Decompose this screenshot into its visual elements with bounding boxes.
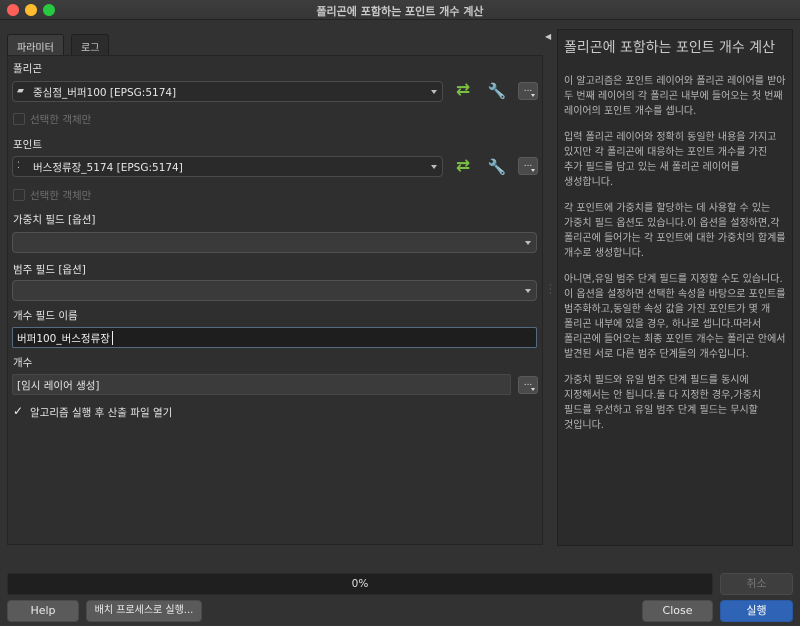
- points-selected-only-checkbox[interactable]: [13, 189, 25, 201]
- help-button[interactable]: Help: [7, 600, 79, 622]
- wrench-icon[interactable]: 🔧: [486, 156, 508, 178]
- help-paragraph: 각 포인트에 가중치를 할당하는 데 사용할 수 있는 가중치 필드 옵션도 있…: [564, 203, 786, 259]
- progress-bar: 0%: [7, 573, 713, 595]
- title-bar: 폴리곤에 포함하는 포인트 개수 계산: [0, 0, 800, 20]
- run-button[interactable]: 실행: [720, 600, 793, 622]
- points-selected-only-label: 선택한 객체만: [30, 190, 92, 202]
- checkmark-icon: ✓: [13, 404, 24, 418]
- count-field-name-label: 개수 필드 이름: [13, 310, 78, 322]
- wrench-icon[interactable]: 🔧: [486, 80, 508, 102]
- polygon-selected-only-checkbox[interactable]: [13, 113, 25, 125]
- class-field-label: 범주 필드 [옵션]: [13, 264, 86, 276]
- iterate-icon[interactable]: ⇄: [452, 156, 474, 178]
- weight-field-combo[interactable]: [12, 232, 537, 253]
- progress-text: 0%: [351, 578, 369, 590]
- help-title: 폴리곤에 포함하는 포인트 개수 계산: [564, 40, 775, 56]
- iterate-icon[interactable]: ⇄: [452, 80, 474, 102]
- points-browse-button[interactable]: ...: [518, 157, 538, 175]
- help-paragraph: 아니면,유일 범주 단계 필드를 지정할 수도 있습니다.이 옵션을 설정하면 …: [564, 274, 786, 360]
- count-field-name-value: 버퍼100_버스정류장: [17, 333, 110, 345]
- help-paragraph: 입력 폴리곤 레이어와 정확히 동일한 내용을 가지고 있지만 각 폴리곤에 대…: [564, 132, 777, 188]
- points-layer-combo[interactable]: ⁚ 버스정류장_5174 [EPSG:5174]: [12, 156, 443, 177]
- tab-parameters[interactable]: 파라미터: [7, 34, 64, 56]
- polygon-selected-only-label: 선택한 객체만: [30, 114, 92, 126]
- open-output-checkbox[interactable]: ✓: [13, 405, 25, 417]
- ellipsis-icon: ...: [523, 159, 533, 169]
- polygon-label: 폴리곤: [13, 63, 42, 75]
- tab-log[interactable]: 로그: [71, 34, 110, 56]
- polygon-browse-button[interactable]: ...: [518, 82, 538, 100]
- collapse-help-icon[interactable]: ◀: [545, 32, 551, 41]
- count-output-label: 개수: [13, 357, 33, 369]
- help-panel: 폴리곤에 포함하는 포인트 개수 계산 이 알고리즘은 포인트 레이어와 폴리곤…: [557, 29, 793, 546]
- count-output-browse-button[interactable]: ...: [518, 376, 538, 394]
- splitter-handle[interactable]: · · ·: [549, 282, 552, 298]
- count-output-value: [임시 레이어 생성]: [17, 380, 100, 392]
- help-paragraph: 이 알고리즘은 포인트 레이어와 폴리곤 레이어를 받아 두 번째 레이어의 각…: [564, 76, 786, 117]
- count-output-field[interactable]: [임시 레이어 생성]: [12, 374, 511, 395]
- batch-process-button[interactable]: 배치 프로세스로 실행...: [86, 600, 202, 622]
- cancel-button[interactable]: 취소: [720, 573, 793, 595]
- close-button[interactable]: Close: [642, 600, 713, 622]
- chevron-down-icon: [525, 289, 531, 293]
- ellipsis-icon: ...: [523, 84, 533, 94]
- help-paragraph: 가중치 필드와 유일 범주 단계 필드를 동시에 지정해서는 안 됩니다.둘 다…: [564, 375, 762, 431]
- polygon-layer-value: 중심점_버퍼100 [EPSG:5174]: [33, 87, 177, 99]
- class-field-combo[interactable]: [12, 280, 537, 301]
- weight-field-label: 가중치 필드 [옵션]: [13, 214, 96, 226]
- chevron-down-icon: [525, 241, 531, 245]
- count-field-name-input[interactable]: 버퍼100_버스정류장: [12, 327, 537, 348]
- ellipsis-icon: ...: [523, 378, 533, 388]
- points-label: 포인트: [13, 139, 42, 151]
- open-output-label: 알고리즘 실행 후 산출 파일 열기: [30, 407, 173, 419]
- points-layer-value: 버스정류장_5174 [EPSG:5174]: [33, 162, 183, 174]
- text-cursor: [112, 331, 113, 345]
- window-title: 폴리곤에 포함하는 포인트 개수 계산: [316, 5, 484, 18]
- polygon-layer-combo[interactable]: ▰ 중심점_버퍼100 [EPSG:5174]: [12, 81, 443, 102]
- polygon-layer-icon: ▰: [17, 86, 24, 96]
- chevron-down-icon: [431, 165, 437, 169]
- chevron-down-icon: [431, 90, 437, 94]
- point-layer-icon: ⁚: [17, 161, 20, 171]
